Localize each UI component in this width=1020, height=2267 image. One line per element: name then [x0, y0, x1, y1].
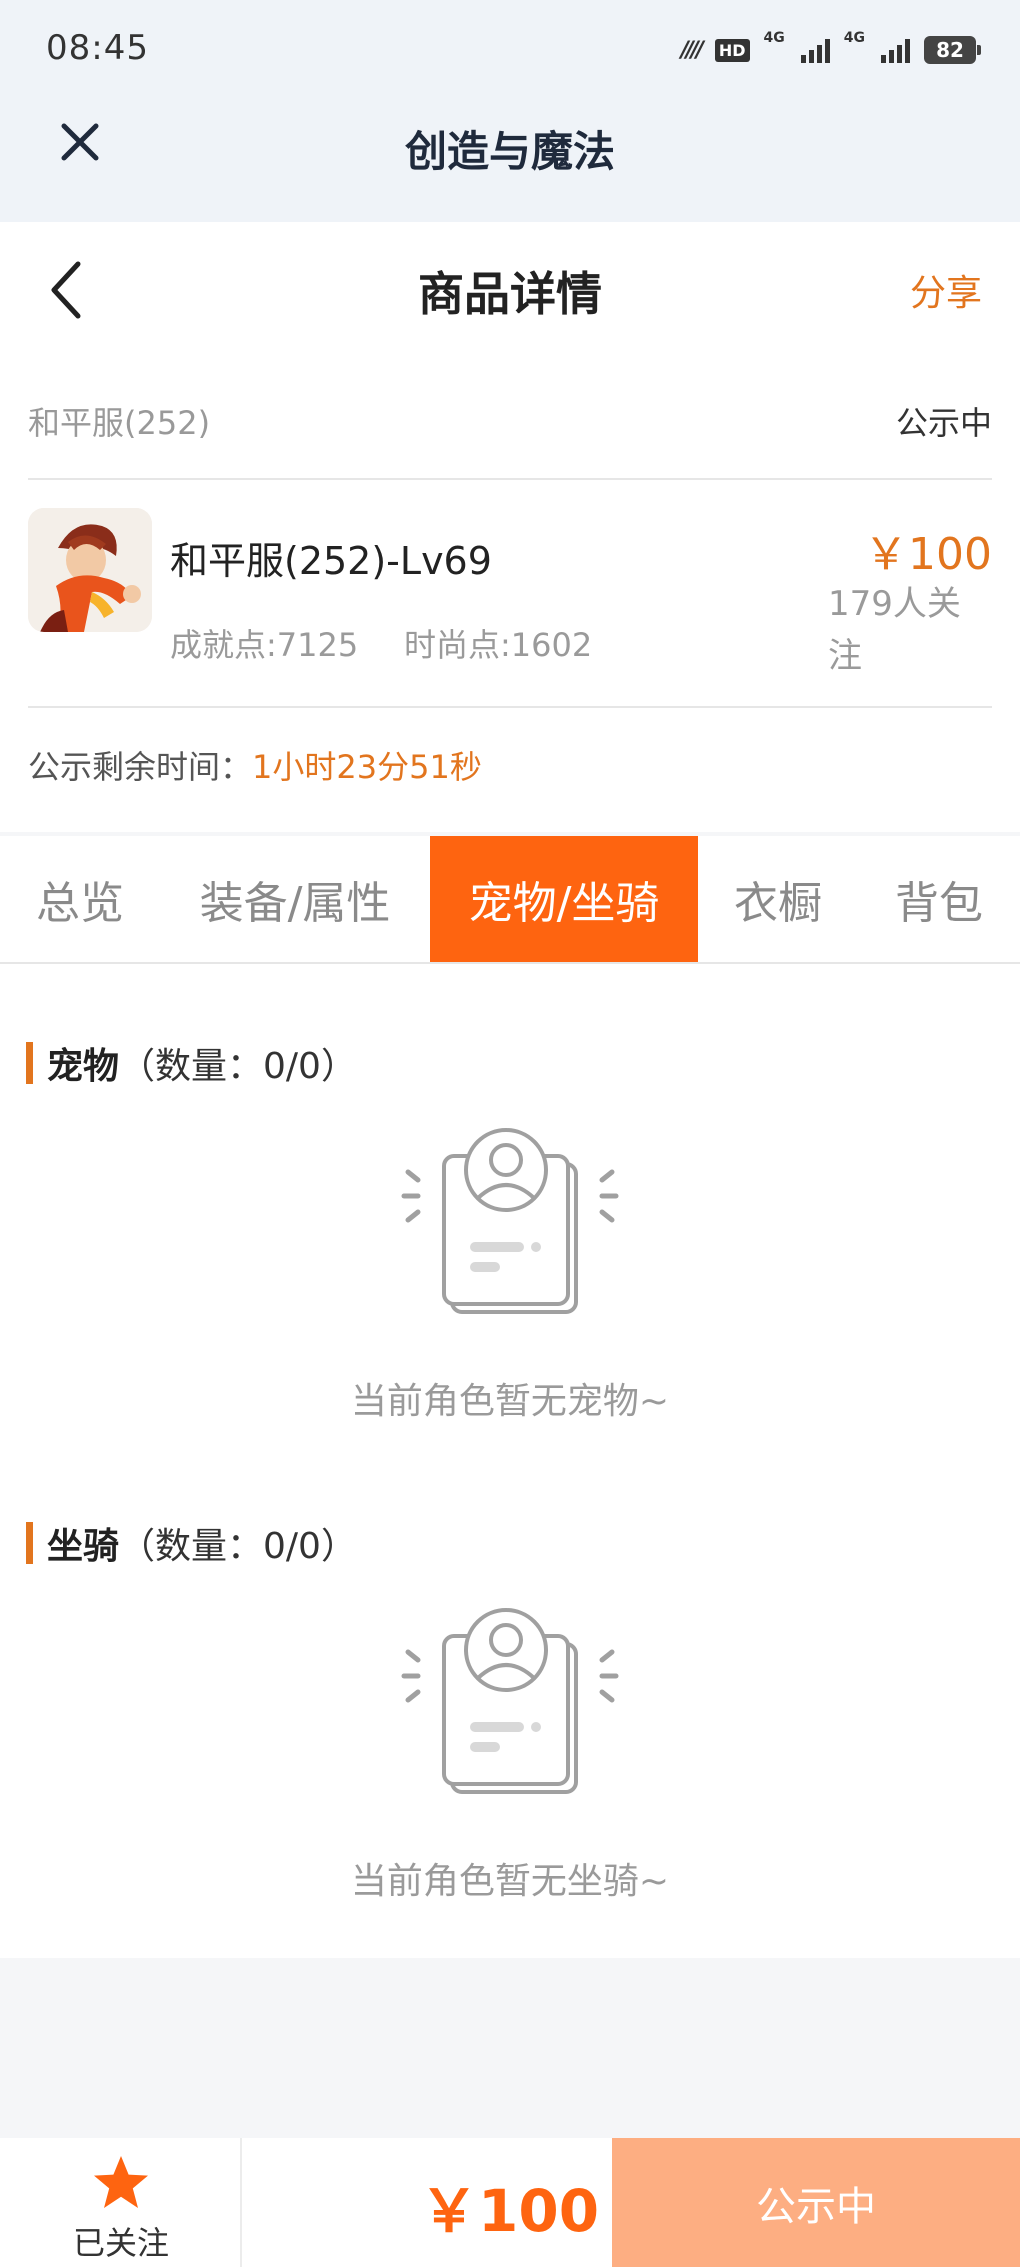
pets-title: 宠物 [47, 1046, 120, 1087]
tab-content: 宠物 （数量：0/0） 当前角色暂无宠物~ 坐骑 （数量：0/0） 当前角色暂无… [0, 964, 1020, 1958]
divider [28, 706, 992, 708]
empty-card-icon [401, 1128, 619, 1314]
hd-badge: HD [714, 38, 750, 62]
fashion-points: 时尚点:1602 [404, 626, 593, 664]
countdown-label: 公示剩余时间： [28, 748, 253, 786]
listing-category: 和平服(252) [28, 404, 211, 442]
empty-card-icon [401, 1608, 619, 1794]
watcher-count: 179人关注 [828, 584, 961, 676]
network-label-2: 4G [843, 30, 865, 46]
listing-status: 公示中 [895, 404, 992, 442]
tab-equipment[interactable]: 装备/属性 [160, 836, 430, 962]
signal-icon-2 [881, 37, 910, 63]
share-button[interactable]: 分享 [910, 264, 982, 316]
item-title: 和平服(252)-Lv69 [170, 539, 492, 583]
mounts-title: 坐骑 [47, 1526, 120, 1567]
listing-info: 和平服(252) 公示中 和平服(252)-Lv69 成就点:7125 时尚点:… [0, 358, 1020, 832]
mounts-empty-text: 当前角色暂无坐骑~ [350, 1861, 670, 1902]
battery-icon: 82 [924, 36, 981, 64]
page-title: 商品详情 [418, 267, 602, 321]
network-label-1: 4G [763, 30, 785, 46]
section-marker [26, 1042, 33, 1084]
tab-wardrobe[interactable]: 衣橱 [698, 836, 858, 962]
listing-price: ￥100 [864, 529, 992, 580]
pets-section-header: 宠物 （数量：0/0） [26, 1040, 357, 1087]
tab-pets-mounts[interactable]: 宠物/坐骑 [430, 836, 698, 962]
status-time: 08:45 [46, 28, 149, 68]
publicity-status-button[interactable]: 公示中 [612, 2138, 1020, 2267]
pets-empty-text: 当前角色暂无宠物~ [350, 1381, 670, 1422]
signal-icon [800, 37, 830, 63]
countdown-value: 1小时23分51秒 [252, 748, 482, 786]
mounts-section-header: 坐骑 （数量：0/0） [26, 1520, 357, 1567]
pets-count: （数量：0/0） [119, 1046, 357, 1087]
achievement-points: 成就点:7125 [170, 626, 359, 664]
bottom-bar: 已关注 ￥100 公示中 [0, 2138, 1020, 2267]
star-icon [94, 2156, 148, 2208]
tab-backpack[interactable]: 背包 [858, 836, 1020, 962]
tab-bar: 总览 装备/属性 宠物/坐骑 衣橱 背包 [0, 836, 1020, 964]
section-marker [26, 1522, 33, 1564]
status-icons: //// HD 4G 4G 82 [680, 30, 981, 70]
tab-overview[interactable]: 总览 [0, 836, 160, 962]
page-header: 商品详情 分享 [0, 222, 1020, 358]
mounts-count: （数量：0/0） [119, 1526, 357, 1567]
divider [28, 478, 992, 480]
bottom-price: ￥100 [420, 2177, 600, 2245]
follow-button[interactable]: 已关注 [0, 2138, 242, 2267]
wifi-icon: //// [680, 37, 704, 63]
character-avatar[interactable] [28, 508, 152, 632]
follow-label: 已关注 [72, 2224, 169, 2262]
character-portrait [28, 508, 152, 632]
top-area: 08:45 //// HD 4G 4G 82 创造与魔法 [0, 0, 1020, 222]
countdown: 公示剩余时间：1小时23分51秒 [28, 742, 482, 788]
app-title: 创造与魔法 [404, 127, 615, 176]
